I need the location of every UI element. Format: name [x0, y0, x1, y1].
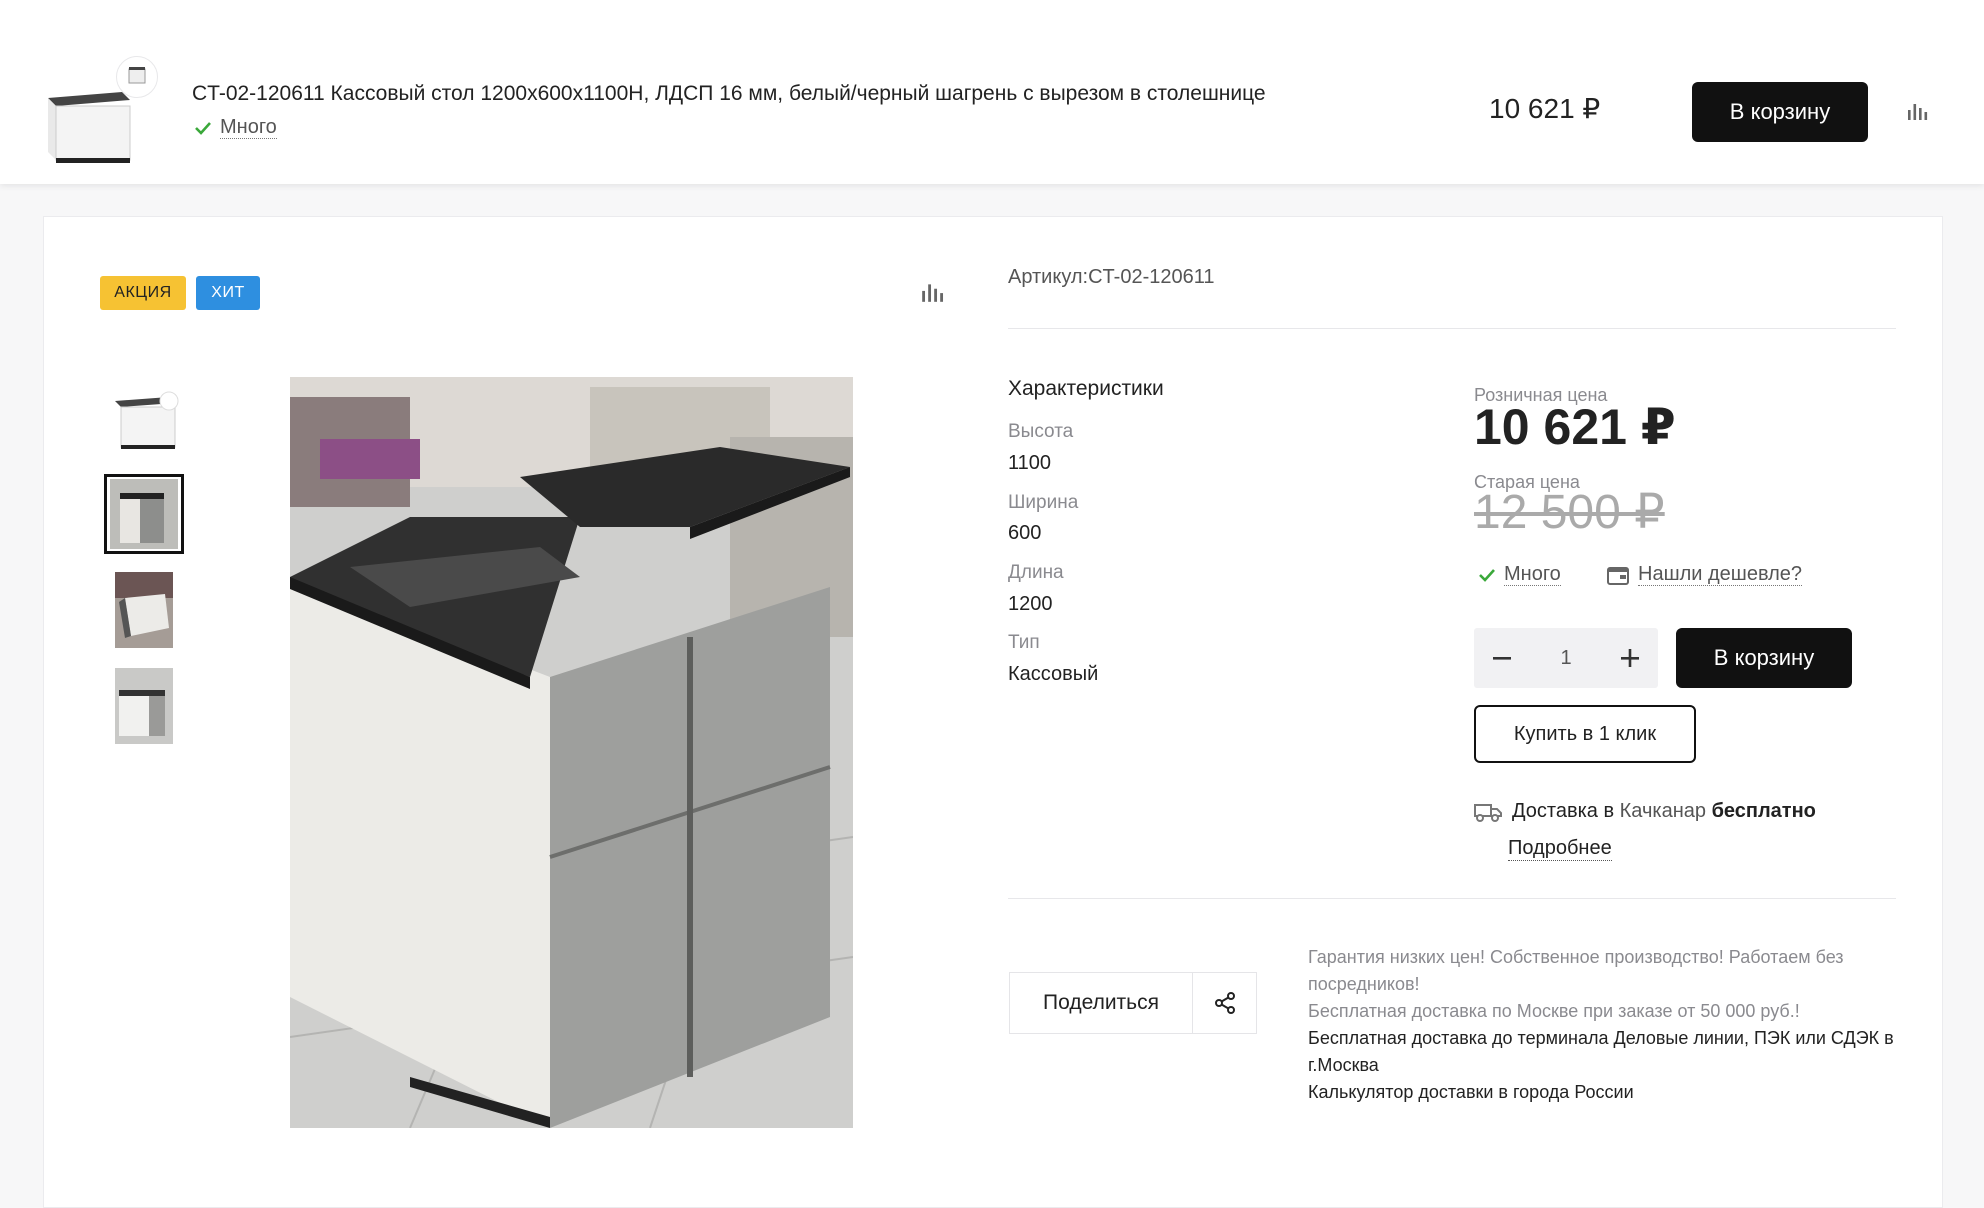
divider	[1008, 898, 1896, 899]
sale-badge: АКЦИЯ	[100, 276, 186, 310]
share-icon-button[interactable]	[1193, 973, 1256, 1033]
note-terminal-delivery: Бесплатная доставка до терминала Деловые…	[1308, 1028, 1894, 1075]
spec-label: Длина	[1008, 562, 1064, 583]
gallery-thumbnail-active[interactable]	[104, 474, 184, 554]
delivery-free: бесплатно	[1711, 800, 1816, 822]
check-icon	[1479, 568, 1495, 582]
quantity-input[interactable]: 1	[1536, 647, 1596, 670]
compare-bars-icon[interactable]	[1906, 100, 1928, 122]
truck-icon	[1474, 803, 1502, 822]
stock-link[interactable]: Много	[1504, 563, 1561, 586]
old-price: 12 500 ₽	[1474, 486, 1665, 539]
sticky-price: 10 621 ₽	[1489, 93, 1601, 124]
compare-bars-icon[interactable]	[920, 280, 944, 304]
add-to-cart-button[interactable]: В корзину	[1676, 628, 1852, 688]
plus-icon	[1621, 649, 1639, 667]
check-icon	[195, 121, 211, 135]
quantity-decrease-button[interactable]	[1474, 628, 1530, 688]
spec-value: 600	[1008, 522, 1042, 544]
retail-price: 10 621 ₽	[1474, 399, 1676, 455]
gallery-thumbnail[interactable]	[104, 380, 184, 460]
specs-title: Характеристики	[1008, 377, 1164, 400]
spec-value: Кассовый	[1008, 663, 1099, 685]
buy-one-click-button[interactable]: Купить в 1 клик	[1474, 705, 1696, 763]
sticky-product-header: CT-02-120611 Кассовый стол 1200х600х1100…	[0, 0, 1984, 184]
info-notes: Гарантия низких цен! Собственное произво…	[1308, 944, 1898, 1106]
note-guarantee: Гарантия низких цен! Собственное произво…	[1308, 947, 1844, 994]
delivery-prefix: Доставка в	[1512, 800, 1615, 822]
found-cheaper-label[interactable]: Нашли дешевле?	[1638, 563, 1803, 586]
share-widget: Поделиться	[1009, 972, 1257, 1034]
sticky-add-to-cart-button[interactable]: В корзину	[1692, 82, 1868, 142]
share-button[interactable]: Поделиться	[1010, 973, 1193, 1033]
spec-label: Высота	[1008, 421, 1074, 442]
note-calculator-link[interactable]: Калькулятор доставки в города России	[1308, 1079, 1898, 1106]
stock-link[interactable]: Много	[220, 116, 277, 139]
quantity-increase-button[interactable]	[1602, 628, 1658, 688]
article-number: Артикул:CT-02-120611	[1008, 266, 1215, 288]
spec-value: 1200	[1008, 593, 1053, 615]
product-mini-thumbnail[interactable]	[116, 56, 158, 98]
quantity-stepper: 1	[1474, 628, 1658, 688]
divider	[1008, 328, 1896, 329]
spec-label: Тип	[1008, 632, 1040, 653]
hit-badge: ХИТ	[196, 276, 260, 310]
note-moscow-delivery: Бесплатная доставка по Москве при заказе…	[1308, 1001, 1800, 1021]
spec-value: 1100	[1008, 452, 1052, 474]
sticky-product-title: CT-02-120611 Кассовый стол 1200х600х1100…	[192, 82, 1266, 105]
delivery-more-link[interactable]: Подробнее	[1508, 836, 1612, 861]
minus-icon	[1493, 657, 1511, 660]
stock-status: Много	[1478, 563, 1561, 586]
share-icon	[1214, 992, 1235, 1014]
delivery-info: Доставка в Качканар бесплатно	[1474, 800, 1816, 823]
gallery-thumbnail[interactable]	[104, 666, 184, 746]
spec-label: Ширина	[1008, 492, 1079, 513]
wallet-icon	[1607, 566, 1629, 585]
found-cheaper-link[interactable]: Нашли дешевле?	[1606, 563, 1803, 586]
gallery-thumbnail[interactable]	[104, 570, 184, 650]
sticky-stock-status: Много	[194, 116, 277, 139]
delivery-city[interactable]: Качканар	[1620, 800, 1706, 822]
main-product-photo[interactable]	[290, 377, 853, 1128]
